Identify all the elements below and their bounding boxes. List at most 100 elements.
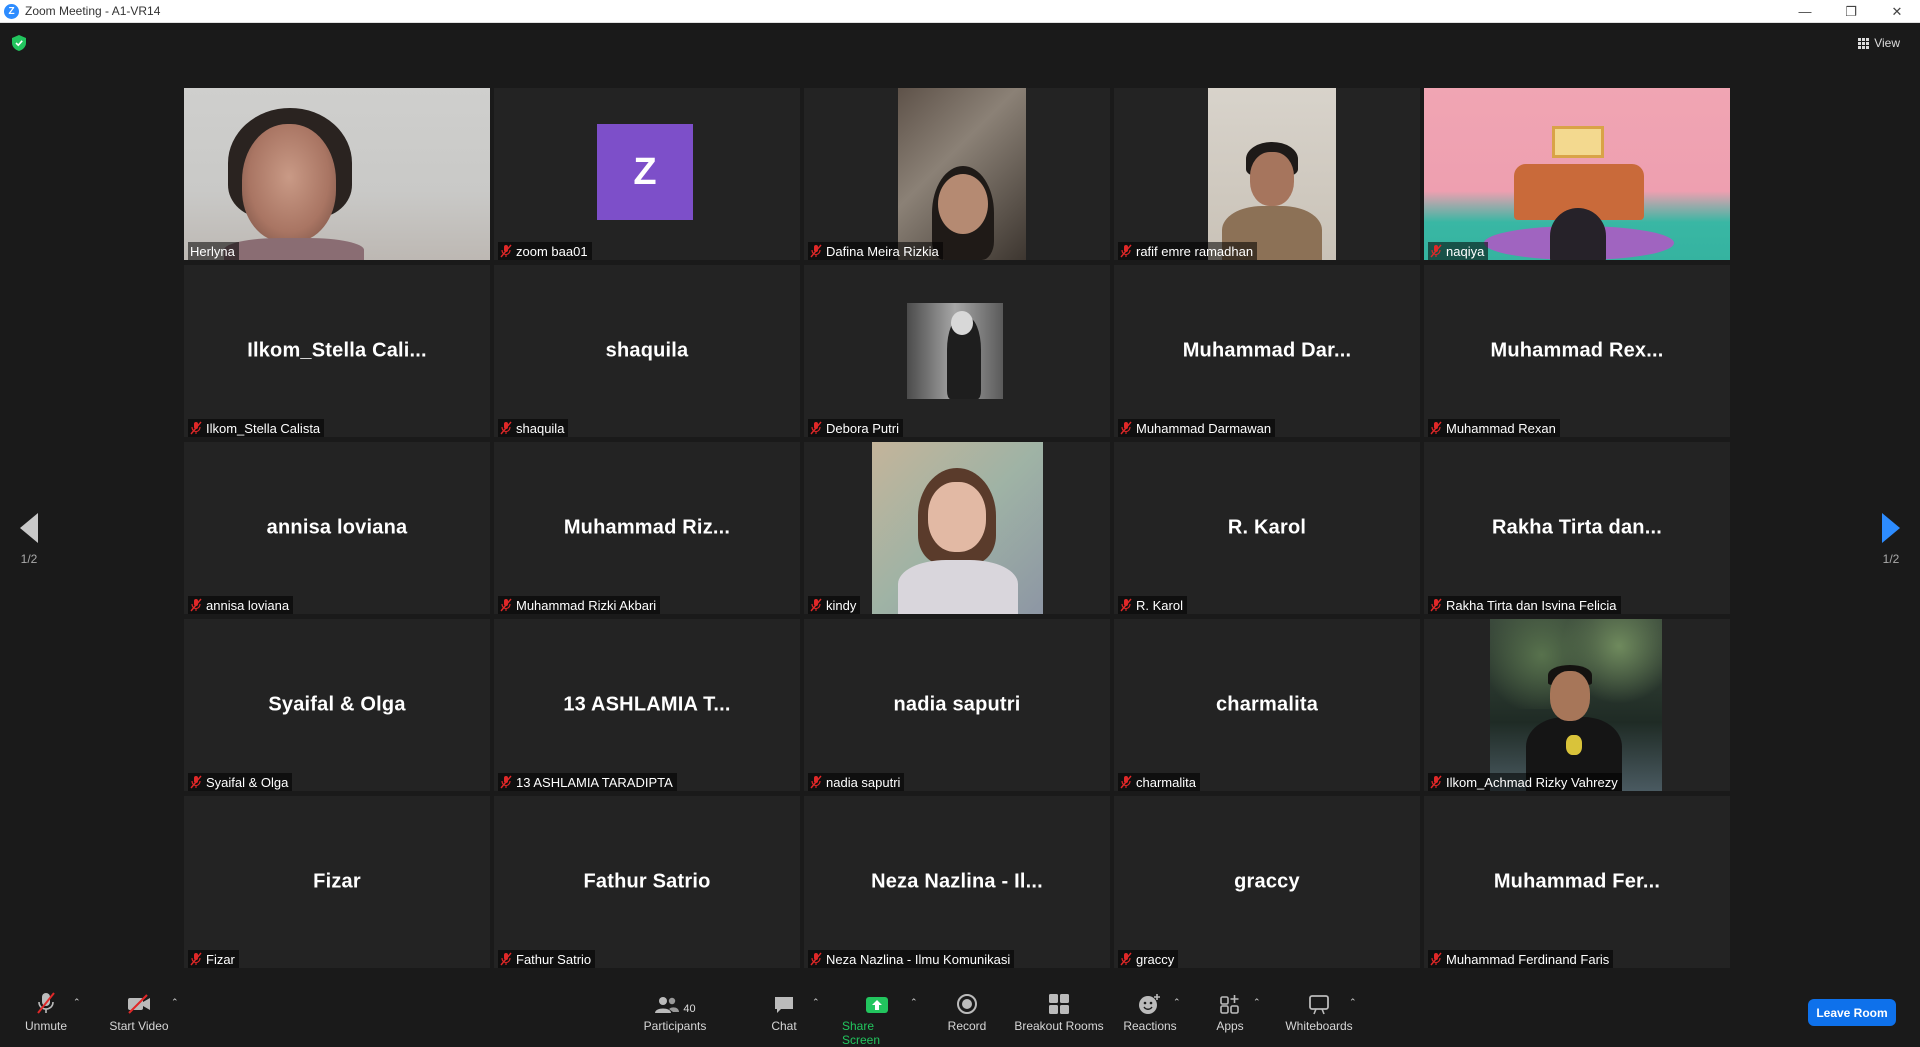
participant-name-label: Fathur Satrio <box>498 950 596 968</box>
reactions-options-caret-icon[interactable]: ⌃ <box>1173 997 1183 1007</box>
participant-name: 13 ASHLAMIA TARADIPTA <box>516 774 673 790</box>
participant-name: Herlyna <box>190 243 235 259</box>
participant-tile[interactable]: Muhammad Fer... Muhammad Ferdinand Faris <box>1424 796 1730 968</box>
participant-display-name: Fathur Satrio <box>583 870 711 893</box>
view-label: View <box>1874 36 1900 50</box>
view-button[interactable]: View <box>1852 33 1906 53</box>
next-page-button[interactable]: 1/2 <box>1871 513 1911 566</box>
participant-name: naqiya <box>1446 243 1485 259</box>
participant-tile[interactable]: kindy <box>804 442 1110 614</box>
participant-video <box>1424 88 1730 260</box>
zoom-app-icon: Z <box>4 3 19 19</box>
leave-room-button[interactable]: Leave Room <box>1808 999 1896 1026</box>
participant-tile[interactable]: shaquila shaquila <box>494 265 800 437</box>
participant-name: rafif emre ramadhan <box>1136 243 1254 259</box>
mic-muted-icon <box>1430 952 1442 966</box>
minimize-button[interactable]: — <box>1782 0 1828 23</box>
page-indicator-left: 1/2 <box>20 552 38 566</box>
participant-display-name: Muhammad Dar... <box>1182 339 1352 362</box>
participant-name: Muhammad Darmawan <box>1136 420 1272 436</box>
participant-tile[interactable]: Muhammad Riz... Muhammad Rizki Akbari <box>494 442 800 614</box>
participant-tile[interactable]: R. Karol R. Karol <box>1114 442 1420 614</box>
previous-page-button[interactable]: 1/2 <box>9 513 49 566</box>
participant-tile[interactable]: annisa loviana annisa loviana <box>184 442 490 614</box>
participant-tile[interactable]: nadia saputri nadia saputri <box>804 619 1110 791</box>
video-options-caret-icon[interactable]: ⌃ <box>171 997 181 1007</box>
breakout-rooms-button[interactable]: Breakout Rooms <box>1013 993 1105 1033</box>
apps-label: Apps <box>1216 1019 1244 1033</box>
participant-name-label: Ilkom_Achmad Rizky Vahrezy <box>1428 773 1622 791</box>
security-shield-icon[interactable] <box>12 35 26 51</box>
participant-name: Muhammad Rexan <box>1446 420 1556 436</box>
reactions-icon <box>1139 994 1160 1014</box>
mic-muted-icon <box>500 244 512 258</box>
mic-muted-icon <box>500 775 512 789</box>
participant-tile[interactable]: Muhammad Dar... Muhammad Darmawan <box>1114 265 1420 437</box>
reactions-button[interactable]: Reactions <box>1122 993 1178 1033</box>
participant-tile[interactable]: Syaifal & Olga Syaifal & Olga <box>184 619 490 791</box>
participant-name: kindy <box>826 597 857 613</box>
participant-display-name: Muhammad Fer... <box>1493 870 1661 893</box>
mic-muted-icon <box>810 598 822 612</box>
mic-muted-icon <box>500 952 512 966</box>
participants-button[interactable]: 40 Participants <box>640 993 710 1033</box>
mic-muted-icon <box>1430 775 1442 789</box>
participant-name-label: Fizar <box>188 950 239 968</box>
participant-tile[interactable]: graccy graccy <box>1114 796 1420 968</box>
participant-display-name: graccy <box>1234 870 1300 893</box>
whiteboards-options-caret-icon[interactable]: ⌃ <box>1349 997 1359 1007</box>
apps-options-caret-icon[interactable]: ⌃ <box>1253 997 1263 1007</box>
audio-options-caret-icon[interactable]: ⌃ <box>73 997 83 1007</box>
mic-muted-icon <box>190 598 202 612</box>
participant-display-name: annisa loviana <box>266 516 408 539</box>
apps-button[interactable]: Apps <box>1210 993 1250 1033</box>
mic-muted-icon <box>810 775 822 789</box>
participant-name: Syaifal & Olga <box>206 774 289 790</box>
participant-display-name: 13 ASHLAMIA T... <box>563 693 731 716</box>
participant-video <box>872 442 1043 614</box>
record-label: Record <box>947 1019 987 1033</box>
participant-name-label: 13 ASHLAMIA TARADIPTA <box>498 773 677 791</box>
participant-tile[interactable]: 13 ASHLAMIA T... 13 ASHLAMIA TARADIPTA <box>494 619 800 791</box>
unmute-button[interactable]: Unmute <box>22 992 70 1033</box>
participant-tile[interactable]: Zzoom baa01 <box>494 88 800 260</box>
share-options-caret-icon[interactable]: ⌃ <box>910 997 920 1007</box>
whiteboards-button[interactable]: Whiteboards <box>1282 993 1356 1033</box>
apps-icon <box>1220 995 1239 1014</box>
restore-button[interactable]: ❐ <box>1828 0 1874 23</box>
participant-name: Fathur Satrio <box>516 951 592 967</box>
close-button[interactable]: ✕ <box>1874 0 1920 23</box>
participant-tile[interactable]: charmalita charmalita <box>1114 619 1420 791</box>
record-button[interactable]: Record <box>946 993 988 1033</box>
page-indicator-right: 1/2 <box>1882 552 1900 566</box>
participant-display-name: Muhammad Rex... <box>1490 339 1664 362</box>
chat-options-caret-icon[interactable]: ⌃ <box>812 997 822 1007</box>
participant-tile[interactable]: Fizar Fizar <box>184 796 490 968</box>
participant-tile[interactable]: Debora Putri <box>804 265 1110 437</box>
mic-muted-icon <box>190 421 202 435</box>
participant-tile[interactable]: Fathur Satrio Fathur Satrio <box>494 796 800 968</box>
share-screen-button[interactable]: Share Screen <box>842 993 912 1047</box>
mic-muted-icon <box>1430 598 1442 612</box>
chat-button[interactable]: Chat <box>766 993 802 1033</box>
participants-label: Participants <box>643 1019 707 1033</box>
mic-muted-icon <box>1430 244 1442 258</box>
participant-name: nadia saputri <box>826 774 901 790</box>
participant-tile[interactable]: Ilkom_Achmad Rizky Vahrezy <box>1424 619 1730 791</box>
participant-tile[interactable]: naqiya <box>1424 88 1730 260</box>
arrow-right-icon <box>1882 513 1900 543</box>
start-video-button[interactable]: Start Video <box>106 993 172 1033</box>
participant-tile[interactable]: Rakha Tirta dan... Rakha Tirta dan Isvina… <box>1424 442 1730 614</box>
participant-tile[interactable]: Neza Nazlina - Il... Neza Nazlina - Ilmu … <box>804 796 1110 968</box>
participant-tile[interactable]: Dafina Meira Rizkia <box>804 88 1110 260</box>
participant-tile[interactable]: Muhammad Rex... Muhammad Rexan <box>1424 265 1730 437</box>
participant-display-name: Rakha Tirta dan... <box>1492 516 1662 539</box>
participant-tile[interactable]: Ilkom_Stella Cali... Ilkom_Stella Calista <box>184 265 490 437</box>
mic-muted-icon <box>500 598 512 612</box>
participant-tile[interactable]: Herlyna <box>184 88 490 260</box>
participant-name-label: kindy <box>808 596 861 614</box>
participant-name-label: zoom baa01 <box>498 242 592 260</box>
participant-name: Rakha Tirta dan Isvina Felicia <box>1446 597 1617 613</box>
participant-tile[interactable]: rafif emre ramadhan <box>1114 88 1420 260</box>
mic-muted-icon <box>190 775 202 789</box>
